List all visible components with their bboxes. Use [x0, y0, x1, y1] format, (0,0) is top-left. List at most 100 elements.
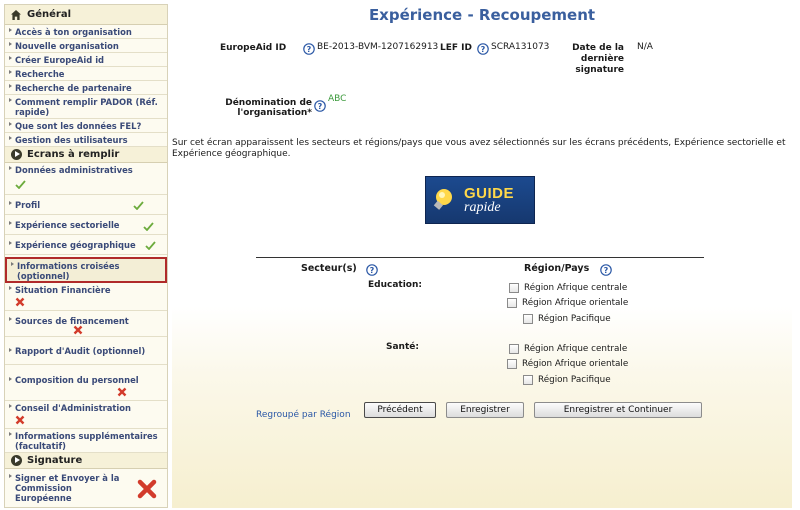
- sidebar-item-label: Comment remplir PADOR (Réf. rapide): [15, 97, 158, 117]
- sidebar-item-composition-personnel[interactable]: Composition du personnel: [5, 365, 167, 401]
- region-label: Région Afrique orientale: [522, 359, 629, 369]
- checkbox[interactable]: [509, 283, 519, 293]
- lightbulb-icon: [433, 189, 452, 210]
- region-checkbox-row[interactable]: Région Pacifique: [523, 314, 611, 324]
- sidebar-item-sources-financement[interactable]: Sources de financement: [5, 311, 167, 337]
- content-panel: EuropeAid ID ? BE-2013-BVM-1207162913 LE…: [172, 28, 792, 508]
- arrow-icon: [9, 98, 12, 102]
- arrow-icon: [9, 136, 12, 140]
- column-region: Région/Pays: [524, 263, 590, 274]
- regroup-link[interactable]: Regroupé par Région: [256, 410, 351, 420]
- sidebar-item-informations-croisees[interactable]: Informations croisées (optionnel): [5, 257, 167, 283]
- sidebar-item-label: Que sont les données FEL?: [15, 121, 142, 131]
- sidebar-item-label: Profil: [15, 200, 41, 210]
- lef-value: SCRA131073: [491, 42, 550, 52]
- europeaid-label: EuropeAid ID: [220, 43, 287, 53]
- home-icon: [10, 9, 22, 21]
- sidebar-item-label: Nouvelle organisation: [15, 41, 119, 51]
- section-ecrans-label: Ecrans à remplir: [27, 149, 120, 160]
- sidebar-item-experience-sectorielle[interactable]: Expérience sectorielle: [5, 215, 167, 235]
- sidebar-item-label: Créer EuropeAid id: [15, 55, 105, 65]
- checkbox[interactable]: [509, 344, 519, 354]
- arrow-icon: [9, 241, 12, 245]
- checkbox[interactable]: [523, 314, 533, 324]
- arrow-icon: [9, 221, 12, 225]
- sidebar-item-situation-financiere[interactable]: Situation Financière: [5, 283, 167, 311]
- sidebar-item-recherche-partenaire[interactable]: Recherche de partenaire: [5, 81, 167, 95]
- cross-icon: [73, 325, 83, 337]
- check-icon: [145, 241, 156, 252]
- checkbox[interactable]: [523, 375, 533, 385]
- section-signature-label: Signature: [27, 455, 83, 466]
- sidebar-item-signer-envoyer[interactable]: Signer et Envoyer à la Commission Europé…: [5, 469, 167, 505]
- region-checkbox-row[interactable]: Région Afrique orientale: [507, 298, 628, 308]
- svg-text:?: ?: [481, 45, 486, 54]
- help-icon[interactable]: ?: [477, 43, 489, 55]
- sidebar-item-creer-europeaid[interactable]: Créer EuropeAid id: [5, 53, 167, 67]
- cross-icon: [117, 387, 127, 399]
- previous-button[interactable]: Précédent: [364, 402, 436, 418]
- sidebar-item-label: Informations supplémentaires (facultatif…: [15, 431, 158, 451]
- save-continue-button[interactable]: Enregistrer et Continuer: [534, 402, 702, 418]
- cross-icon: [15, 297, 25, 309]
- sidebar-item-label: Expérience géographique: [15, 240, 136, 250]
- sidebar-item-recherche[interactable]: Recherche: [5, 67, 167, 81]
- sidebar-item-gestion-utilisateurs[interactable]: Gestion des utilisateurs: [5, 133, 167, 147]
- svg-text:?: ?: [370, 266, 375, 275]
- region-checkbox-row[interactable]: Région Pacifique: [523, 375, 611, 385]
- arrow-icon: [9, 286, 12, 290]
- sidebar-item-label: Composition du personnel: [15, 375, 139, 385]
- date-value: N/A: [637, 42, 653, 52]
- arrow-icon: [11, 262, 14, 266]
- sidebar-item-label: Signer et Envoyer à la Commission Europé…: [15, 473, 120, 503]
- arrow-icon: [9, 56, 12, 60]
- help-icon[interactable]: ?: [366, 264, 378, 276]
- arrow-icon: [9, 70, 12, 74]
- sector-sante: Santé:: [386, 342, 419, 352]
- sidebar-item-acces[interactable]: Accès à ton organisation: [5, 25, 167, 39]
- denomination-label: Dénomination de l'organisation*: [225, 98, 312, 118]
- arrow-icon: [9, 42, 12, 46]
- help-icon[interactable]: ?: [314, 100, 326, 112]
- sidebar-item-conseil-administration[interactable]: Conseil d'Administration: [5, 401, 167, 429]
- help-icon[interactable]: ?: [600, 264, 612, 276]
- sidebar-item-label: Informations croisées (optionnel): [17, 261, 120, 281]
- sidebar-item-label: Sources de financement: [15, 316, 129, 326]
- sidebar-item-label: Gestion des utilisateurs: [15, 135, 128, 145]
- divider: [256, 257, 704, 258]
- arrow-icon: [9, 404, 12, 408]
- region-checkbox-row[interactable]: Région Afrique centrale: [509, 283, 627, 293]
- column-secteur: Secteur(s): [301, 263, 357, 274]
- guide-subtitle: rapide: [464, 199, 501, 215]
- check-icon: [133, 201, 144, 212]
- svg-text:?: ?: [604, 266, 609, 275]
- sidebar-item-experience-geographique[interactable]: Expérience géographique: [5, 235, 167, 255]
- sidebar-item-rapport-audit[interactable]: Rapport d'Audit (optionnel): [5, 337, 167, 365]
- arrow-icon: [9, 317, 12, 321]
- region-label: Région Afrique centrale: [524, 344, 628, 354]
- sidebar-item-donnees-fel[interactable]: Que sont les données FEL?: [5, 119, 167, 133]
- arrow-icon: [9, 432, 12, 436]
- region-checkbox-row[interactable]: Région Afrique centrale: [509, 344, 627, 354]
- page-title: Expérience - Recoupement: [368, 6, 596, 24]
- sidebar-item-nouvelle-organisation[interactable]: Nouvelle organisation: [5, 39, 167, 53]
- sidebar-item-label: Recherche de partenaire: [15, 83, 132, 93]
- arrow-icon: [9, 201, 12, 205]
- sidebar-item-donnees-administratives[interactable]: Données administratives: [5, 163, 167, 195]
- help-icon[interactable]: ?: [303, 43, 315, 55]
- sidebar-item-comment-remplir[interactable]: Comment remplir PADOR (Réf. rapide): [5, 95, 167, 119]
- arrow-icon: [9, 122, 12, 126]
- checkbox[interactable]: [507, 298, 517, 308]
- section-general-label: Général: [27, 9, 71, 20]
- region-checkbox-row[interactable]: Région Afrique orientale: [507, 359, 628, 369]
- save-button[interactable]: Enregistrer: [446, 402, 524, 418]
- sidebar: Général Accès à ton organisation Nouvell…: [4, 4, 168, 508]
- arrow-icon: [9, 348, 12, 352]
- sidebar-item-informations-supplementaires[interactable]: Informations supplémentaires (facultatif…: [5, 429, 167, 453]
- denomination-value: ABC: [328, 94, 347, 104]
- checkbox[interactable]: [507, 359, 517, 369]
- section-arrow-icon: [10, 149, 22, 160]
- sidebar-item-profil[interactable]: Profil: [5, 195, 167, 215]
- date-label: Date de la dernière signature: [572, 43, 624, 75]
- guide-rapide-button[interactable]: GUIDE rapide: [425, 176, 535, 224]
